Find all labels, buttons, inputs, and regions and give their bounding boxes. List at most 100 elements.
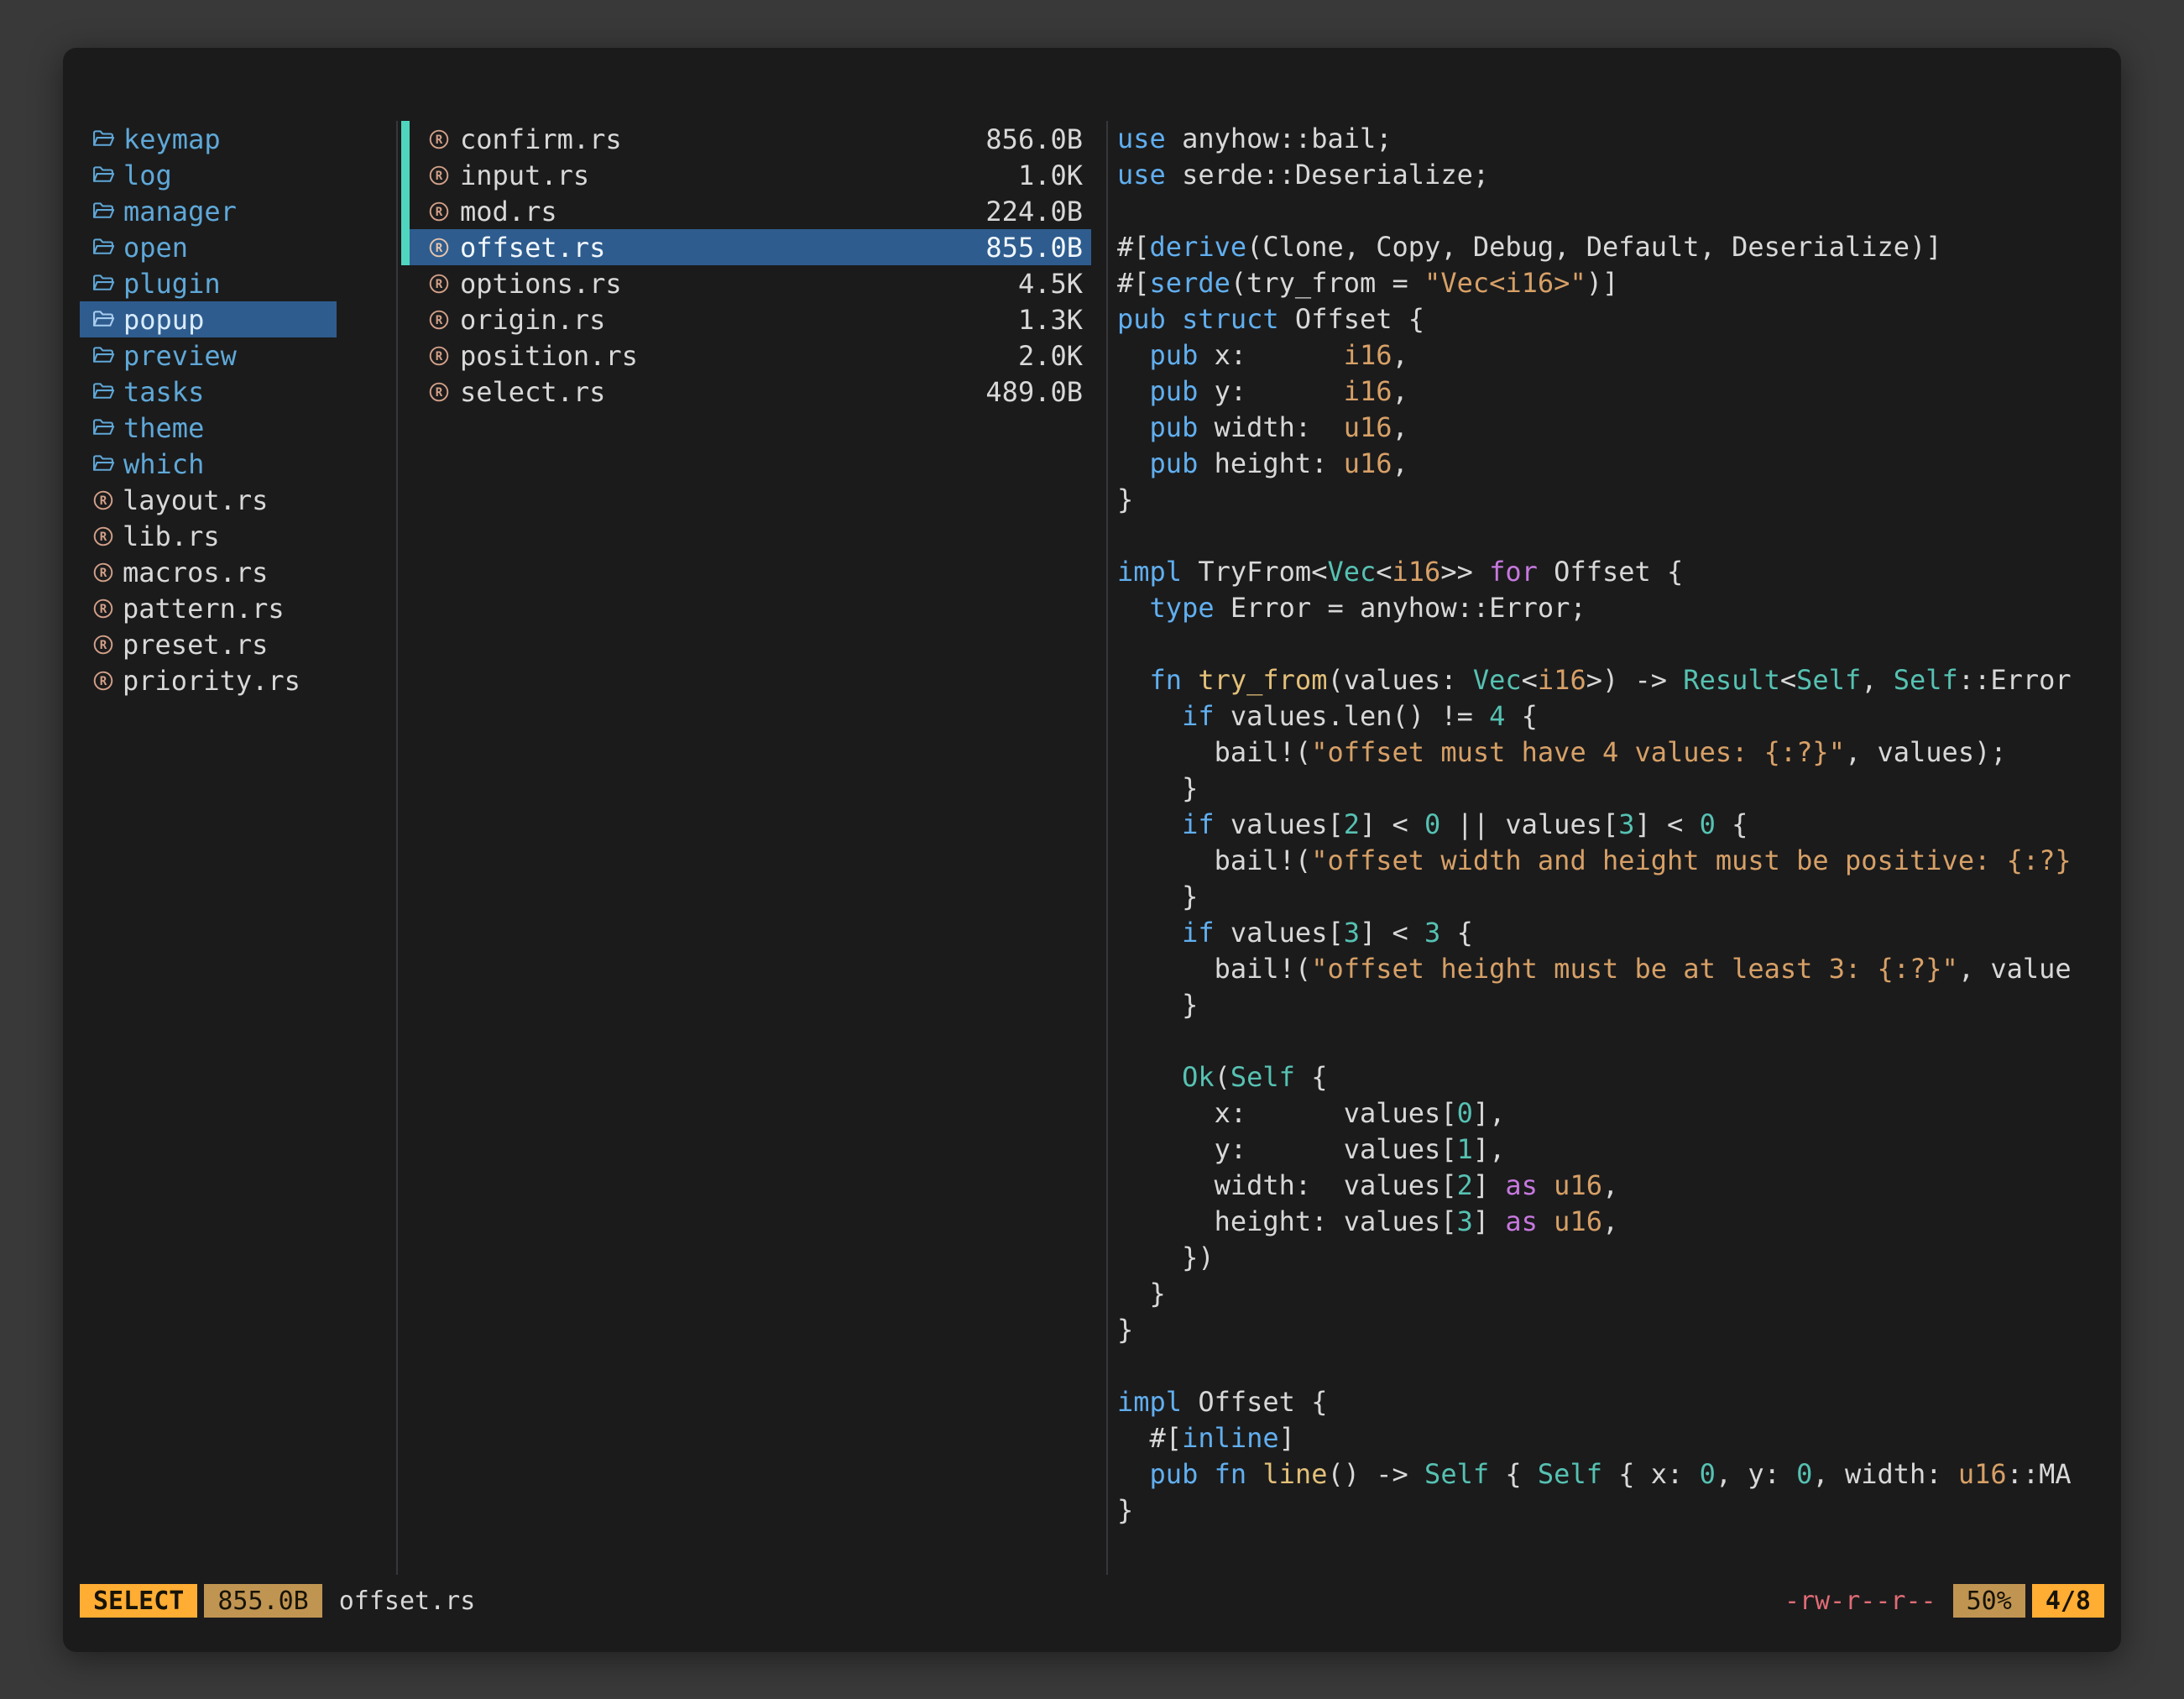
code-line: bail!("offset must have 4 values: {:?}",… (1117, 734, 2104, 771)
pane-divider-left (396, 121, 398, 1575)
code-line (1117, 626, 2104, 662)
file-item-layout.rs[interactable]: Rlayout.rs (80, 482, 337, 518)
code-line: pub struct Offset { (1117, 301, 2104, 337)
pane-divider-right (1106, 121, 1108, 1575)
svg-text:R: R (436, 349, 443, 363)
code-line: pub height: u16, (1117, 446, 2104, 482)
item-label: preview (123, 340, 237, 372)
dir-item-preview[interactable]: preview (80, 337, 337, 374)
file-item-input.rs[interactable]: Rinput.rs 1.0K (401, 157, 1091, 193)
rust-icon: R (92, 525, 114, 547)
dir-item-manager[interactable]: manager (80, 193, 337, 229)
code-line: fn try_from(values: Vec<i16>) -> Result<… (1117, 662, 2104, 698)
code-line: Ok(Self { (1117, 1059, 2104, 1095)
dir-item-open[interactable]: open (80, 229, 337, 265)
scroll-percent-badge: 50% (1953, 1584, 2025, 1618)
code-line: pub width: u16, (1117, 410, 2104, 446)
svg-text:R: R (436, 169, 443, 182)
file-name: origin.rs (460, 304, 605, 336)
folder-open-icon (92, 165, 115, 185)
file-name: position.rs (460, 340, 638, 372)
file-name: input.rs (460, 159, 589, 191)
status-filename: offset.rs (339, 1587, 476, 1616)
file-item-options.rs[interactable]: Roptions.rs4.5K (401, 265, 1091, 301)
dir-item-tasks[interactable]: tasks (80, 374, 337, 410)
file-row-body: Rselect.rs489.0B (410, 374, 1091, 410)
code-line (1117, 518, 2104, 554)
code-line: impl TryFrom<Vec<i16>> for Offset { (1117, 554, 2104, 590)
item-label: open (123, 232, 188, 264)
code-line: bail!("offset height must be at least 3:… (1117, 951, 2104, 987)
rust-icon: R (92, 670, 114, 692)
rust-icon: R (92, 634, 114, 656)
rust-icon: R (92, 562, 114, 583)
parent-pane: keymaplogmanageropen pluginpopuppreviewta… (80, 121, 337, 698)
item-label: which (123, 448, 204, 480)
item-label: keymap (123, 123, 221, 155)
file-item-offset.rs[interactable]: Roffset.rs855.0B (401, 229, 1091, 265)
code-line: use anyhow::bail; (1117, 121, 2104, 157)
code-line (1117, 193, 2104, 229)
select-marker (401, 301, 410, 337)
select-marker (401, 337, 410, 374)
code-line: width: values[2] as u16, (1117, 1168, 2104, 1204)
item-label: lib.rs (123, 520, 220, 552)
file-item-select.rs[interactable]: Rselect.rs489.0B (401, 374, 1091, 410)
item-label: preset.rs (123, 629, 268, 661)
item-label: macros.rs (123, 557, 268, 588)
folder-open-icon (92, 129, 115, 149)
code-line: type Error = anyhow::Error; (1117, 590, 2104, 626)
item-label: plugin (123, 268, 221, 300)
item-label: pattern.rs (123, 593, 285, 625)
rust-icon: R (428, 201, 450, 222)
file-item-origin.rs[interactable]: Rorigin.rs1.3K (401, 301, 1091, 337)
dir-item-theme[interactable]: theme (80, 410, 337, 446)
folder-open-icon (92, 382, 115, 401)
file-row-body: Rorigin.rs1.3K (410, 301, 1091, 337)
file-size: 1.0K (1018, 159, 1083, 191)
svg-text:R: R (436, 313, 443, 327)
select-marker (401, 193, 410, 229)
code-line: if values[3] < 3 { (1117, 915, 2104, 951)
code-line: use serde::Deserialize; (1117, 157, 2104, 193)
folder-open-icon (92, 201, 115, 221)
dir-item-popup[interactable]: popup (80, 301, 337, 337)
code-line: if values[2] < 0 || values[3] < 0 { (1117, 807, 2104, 843)
dir-item-keymap[interactable]: keymap (80, 121, 337, 157)
file-row-body: Rinput.rs 1.0K (410, 157, 1091, 193)
file-item-mod.rs[interactable]: Rmod.rs224.0B (401, 193, 1091, 229)
svg-text:R: R (100, 566, 107, 579)
file-size: 4.5K (1018, 268, 1083, 300)
rust-icon: R (428, 237, 450, 259)
code-line: } (1117, 771, 2104, 807)
file-size: 2.0K (1018, 340, 1083, 372)
preview-pane: use anyhow::bail;use serde::Deserialize;… (1117, 121, 2104, 1575)
file-item-pattern.rs[interactable]: Rpattern.rs (80, 590, 337, 626)
select-marker (401, 265, 410, 301)
folder-open-icon (92, 274, 115, 293)
file-item-preset.rs[interactable]: Rpreset.rs (80, 626, 337, 662)
dir-item-which[interactable]: which (80, 446, 337, 482)
svg-text:R: R (100, 638, 107, 651)
dir-item-log[interactable]: log (80, 157, 337, 193)
code-line: y: values[1], (1117, 1132, 2104, 1168)
item-label: layout.rs (123, 484, 268, 516)
file-item-lib.rs[interactable]: Rlib.rs (80, 518, 337, 554)
file-row-body: Rposition.rs 2.0K (410, 337, 1091, 374)
status-bar-left: SELECT 855.0B offset.rs (80, 1584, 475, 1618)
file-item-confirm.rs[interactable]: Rconfirm.rs856.0B (401, 121, 1091, 157)
rust-icon: R (428, 309, 450, 331)
file-item-macros.rs[interactable]: Rmacros.rs (80, 554, 337, 590)
file-item-position.rs[interactable]: Rposition.rs 2.0K (401, 337, 1091, 374)
code-line: } (1117, 987, 2104, 1023)
folder-open-icon (92, 310, 115, 329)
code-line: #[derive(Clone, Copy, Debug, Default, De… (1117, 229, 2104, 265)
rust-icon: R (428, 273, 450, 295)
rust-icon: R (428, 381, 450, 403)
dir-item-plugin[interactable]: plugin (80, 265, 337, 301)
file-row-body: Roffset.rs855.0B (410, 229, 1091, 265)
svg-text:R: R (100, 530, 107, 543)
file-item-priority.rs[interactable]: Rpriority.rs (80, 662, 337, 698)
folder-open-icon (92, 418, 115, 437)
svg-text:R: R (100, 674, 107, 687)
